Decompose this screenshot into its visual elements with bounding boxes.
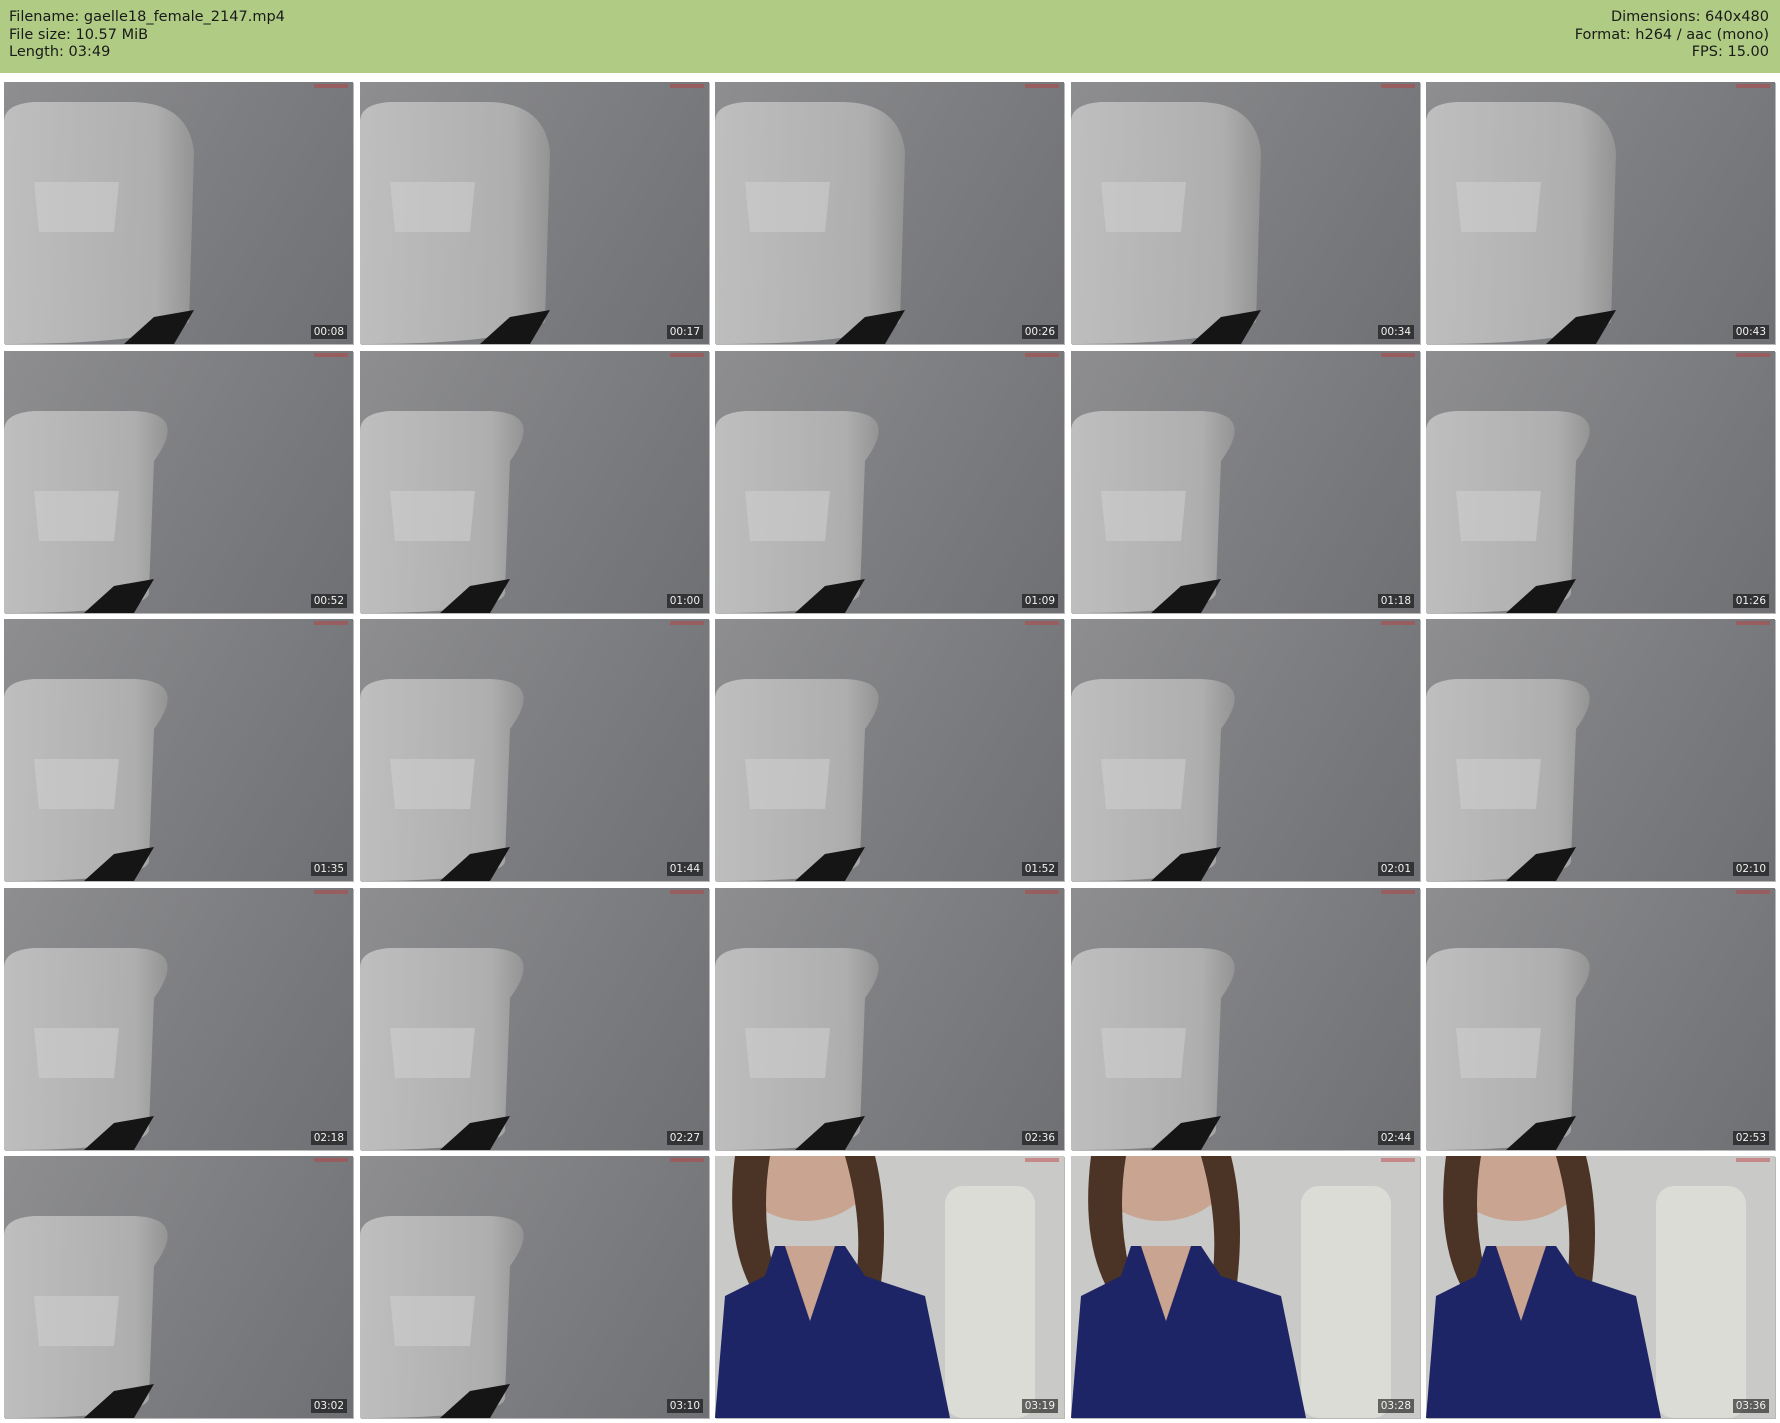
thumbnail-timestamp: 02:18	[310, 1131, 347, 1145]
video-thumbnail: 03:02	[4, 1156, 353, 1418]
thumbnail-timestamp: 00:17	[666, 325, 703, 339]
info-header: Filename: gaelle18_female_2147.mp4 File …	[0, 0, 1780, 73]
video-thumbnail: 02:18	[4, 888, 353, 1150]
info-right: Dimensions: 640x480 Format: h264 / aac (…	[1575, 9, 1769, 62]
thumbnail-timestamp: 00:52	[310, 594, 347, 608]
video-thumbnail: 00:43	[1426, 82, 1775, 344]
thumbnail-timestamp: 01:26	[1732, 594, 1769, 608]
thumbnail-timestamp: 01:52	[1021, 862, 1058, 876]
watermark	[670, 84, 704, 88]
watermark	[1736, 84, 1770, 88]
watermark	[314, 1158, 348, 1162]
video-thumbnail: 00:26	[715, 82, 1064, 344]
video-thumbnail: 00:08	[4, 82, 353, 344]
thumbnail-timestamp: 02:27	[666, 1131, 703, 1145]
video-thumbnail: 01:35	[4, 619, 353, 881]
watermark	[670, 621, 704, 625]
thumbnail-timestamp: 01:00	[666, 594, 703, 608]
thumbnail-timestamp: 00:43	[1732, 325, 1769, 339]
thumbnail-timestamp: 01:44	[666, 862, 703, 876]
thumbnail-timestamp: 01:18	[1377, 594, 1414, 608]
watermark	[1736, 621, 1770, 625]
thumbnail-timestamp: 02:53	[1732, 1131, 1769, 1145]
fps-text: FPS: 15.00	[1691, 44, 1769, 60]
watermark	[314, 621, 348, 625]
thumbnail-timestamp: 00:34	[1377, 325, 1414, 339]
video-thumbnail: 00:52	[4, 351, 353, 613]
dimensions-text: Dimensions: 640x480	[1610, 9, 1769, 25]
watermark	[1381, 84, 1415, 88]
watermark	[1381, 1158, 1415, 1162]
thumbnail-timestamp: 01:09	[1021, 594, 1058, 608]
watermark	[314, 353, 348, 357]
video-thumbnail: 01:52	[715, 619, 1064, 881]
thumbnail-timestamp: 01:35	[310, 862, 347, 876]
watermark	[1381, 621, 1415, 625]
video-thumbnail: 02:53	[1426, 888, 1775, 1150]
thumbnail-timestamp: 03:10	[666, 1399, 703, 1413]
file-size-text: File size: 10.57 MiB	[9, 26, 149, 43]
thumbnail-timestamp: 02:01	[1377, 862, 1414, 876]
watermark	[314, 890, 348, 894]
format-text: Format: h264 / aac (mono)	[1574, 26, 1769, 43]
video-thumbnail: 02:36	[715, 888, 1064, 1150]
video-thumbnail: 03:28	[1071, 1156, 1420, 1418]
video-thumbnail: 01:09	[715, 351, 1064, 613]
thumbnail-grid: 00:08 00:17 00:26 00:34 00:43 00:52 01:0…	[4, 82, 1777, 1419]
thumbnail-timestamp: 03:36	[1732, 1399, 1769, 1413]
watermark	[1736, 890, 1770, 894]
watermark	[1025, 84, 1059, 88]
video-thumbnail: 00:34	[1071, 82, 1420, 344]
video-thumbnail: 03:36	[1426, 1156, 1775, 1418]
watermark	[1025, 890, 1059, 894]
watermark	[1381, 353, 1415, 357]
watermark	[1736, 1158, 1770, 1162]
video-thumbnail: 00:17	[360, 82, 709, 344]
video-thumbnail: 02:27	[360, 888, 709, 1150]
thumbnail-timestamp: 03:19	[1021, 1399, 1058, 1413]
watermark	[670, 1158, 704, 1162]
thumbnail-timestamp: 02:10	[1732, 862, 1769, 876]
watermark	[1025, 1158, 1059, 1162]
thumbnail-timestamp: 03:02	[310, 1399, 347, 1413]
info-left: Filename: gaelle18_female_2147.mp4 File …	[9, 9, 285, 62]
filename-text: Filename: gaelle18_female_2147.mp4	[9, 9, 285, 25]
thumbnail-timestamp: 02:44	[1377, 1131, 1414, 1145]
thumbnail-timestamp: 03:28	[1377, 1399, 1414, 1413]
length-text: Length: 03:49	[9, 44, 111, 60]
video-thumbnail: 01:44	[360, 619, 709, 881]
video-thumbnail: 02:10	[1426, 619, 1775, 881]
watermark	[1025, 353, 1059, 357]
video-thumbnail: 02:44	[1071, 888, 1420, 1150]
video-thumbnail: 01:26	[1426, 351, 1775, 613]
watermark	[1381, 890, 1415, 894]
video-thumbnail: 01:18	[1071, 351, 1420, 613]
thumbnail-timestamp: 00:26	[1021, 325, 1058, 339]
watermark	[314, 84, 348, 88]
video-thumbnail: 03:10	[360, 1156, 709, 1418]
video-thumbnail: 01:00	[360, 351, 709, 613]
watermark	[670, 353, 704, 357]
video-thumbnail: 03:19	[715, 1156, 1064, 1418]
thumbnail-timestamp: 00:08	[310, 325, 347, 339]
thumbnail-timestamp: 02:36	[1021, 1131, 1058, 1145]
video-thumbnail: 02:01	[1071, 619, 1420, 881]
watermark	[670, 890, 704, 894]
watermark	[1736, 353, 1770, 357]
watermark	[1025, 621, 1059, 625]
